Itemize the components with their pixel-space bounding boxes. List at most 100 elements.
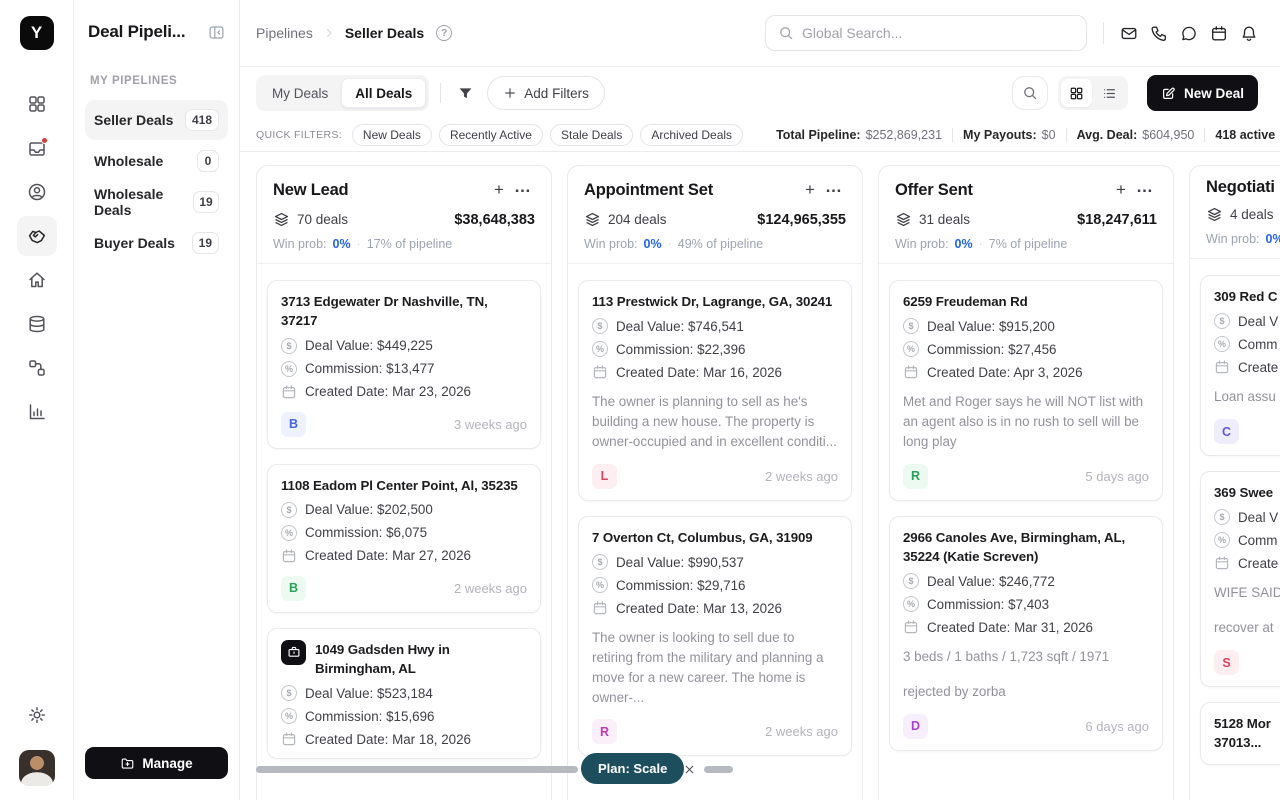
deal-created: Created Date: Mar 13, 2026 xyxy=(616,601,782,616)
sidebar-item-seller-deals[interactable]: Seller Deals 418 xyxy=(85,100,228,140)
filter-recently-active[interactable]: Recently Active xyxy=(439,124,543,146)
pipeline-label: Wholesale Deals xyxy=(94,186,193,218)
assignee-badge[interactable]: S xyxy=(1214,650,1239,675)
deal-card[interactable]: 1049 Gadsden Hwy in Birmingham, AL Deal … xyxy=(267,628,541,760)
deal-card[interactable]: 6259 Freudeman Rd Deal Value: $915,200 C… xyxy=(889,280,1163,501)
dollar-icon xyxy=(281,685,297,701)
breadcrumb-pipelines[interactable]: Pipelines xyxy=(256,25,313,41)
add-filters-button[interactable]: Add Filters xyxy=(487,76,605,110)
help-icon[interactable] xyxy=(436,25,452,41)
board-search-button[interactable] xyxy=(1012,76,1048,110)
pipeline-count-badge: 19 xyxy=(193,191,219,213)
percent-icon xyxy=(1214,532,1230,548)
collapse-panel-icon[interactable] xyxy=(208,24,225,41)
assignee-badge[interactable]: L xyxy=(592,464,617,489)
deal-card[interactable]: 1108 Eadom Pl Center Point, Al, 35235 De… xyxy=(267,464,541,613)
calendar-icon xyxy=(903,619,919,635)
column-menu-icon[interactable] xyxy=(511,178,535,202)
filter-stale-deals[interactable]: Stale Deals xyxy=(550,124,633,146)
workflow-icon[interactable] xyxy=(17,348,57,388)
grid-view-icon[interactable] xyxy=(1061,79,1092,107)
pipeline-label: Buyer Deals xyxy=(94,235,175,251)
assignee-badge[interactable]: B xyxy=(281,412,306,437)
plan-badge[interactable]: Plan: Scale xyxy=(581,753,684,784)
assignee-badge[interactable]: R xyxy=(592,719,617,744)
layers-icon xyxy=(273,211,290,228)
layers-icon xyxy=(1206,206,1223,223)
deal-address: 1049 Gadsden Hwy in Birmingham, AL xyxy=(315,640,527,679)
sidebar-header: Deal Pipeli... xyxy=(85,0,228,42)
deal-card[interactable]: 5128 Mor 37013... xyxy=(1200,702,1280,765)
column-cards: 113 Prestwick Dr, Lagrange, GA, 30241 De… xyxy=(568,263,862,800)
column-header: Offer Sent 31 deals $18,247,611 Win prob… xyxy=(879,166,1173,263)
column-menu-icon[interactable] xyxy=(822,178,846,202)
add-deal-icon[interactable] xyxy=(487,178,511,202)
deal-note: rejected by zorba xyxy=(903,682,1149,702)
inbox-icon[interactable] xyxy=(17,128,57,168)
sidebar-item-wholesale-deals[interactable]: Wholesale Deals 19 xyxy=(85,182,228,222)
database-icon[interactable] xyxy=(17,304,57,344)
column-cards: 3713 Edgewater Dr Nashville, TN, 37217 D… xyxy=(257,263,551,800)
assignee-badge[interactable]: C xyxy=(1214,419,1239,444)
horizontal-scrollbar[interactable] xyxy=(704,766,733,773)
pipelines-section-title: MY PIPELINES xyxy=(85,75,228,87)
stat-total-pipeline: Total Pipeline: $252,869,231 xyxy=(776,128,942,142)
deal-created: Created Date: Mar 31, 2026 xyxy=(927,620,1093,635)
header-divider xyxy=(1103,22,1104,44)
bell-icon[interactable] xyxy=(1240,23,1258,43)
dashboard-icon[interactable] xyxy=(17,84,57,124)
manage-button[interactable]: Manage xyxy=(85,747,228,779)
add-deal-icon[interactable] xyxy=(798,178,822,202)
kanban-board: New Lead 70 deals $38,648,383 Win prob: … xyxy=(240,152,1280,800)
deals-handshake-icon[interactable] xyxy=(17,216,57,256)
sidebar-item-buyer-deals[interactable]: Buyer Deals 19 xyxy=(85,223,228,263)
quick-filters-label: QUICK FILTERS: xyxy=(256,129,342,141)
phone-icon[interactable] xyxy=(1150,23,1168,43)
home-icon[interactable] xyxy=(17,260,57,300)
assignee-badge[interactable]: B xyxy=(281,576,306,601)
add-deal-icon[interactable] xyxy=(1109,178,1133,202)
user-avatar[interactable] xyxy=(19,750,55,786)
tab-all-deals[interactable]: All Deals xyxy=(341,78,426,108)
deal-card[interactable]: 2966 Canoles Ave, Birmingham, AL, 35224 … xyxy=(889,516,1163,751)
settings-gear-icon[interactable] xyxy=(17,695,57,735)
sidebar-item-wholesale[interactable]: Wholesale 0 xyxy=(85,141,228,181)
dollar-icon xyxy=(592,318,608,334)
close-icon[interactable] xyxy=(680,760,698,778)
deal-value: Deal Value: $523,184 xyxy=(305,686,433,701)
filter-funnel-icon[interactable] xyxy=(452,80,478,106)
dollar-icon xyxy=(281,502,297,518)
filter-new-deals[interactable]: New Deals xyxy=(352,124,432,146)
mail-icon[interactable] xyxy=(1120,23,1138,43)
contacts-icon[interactable] xyxy=(17,172,57,212)
deal-value: Deal Value: $202,500 xyxy=(305,502,433,517)
notification-dot xyxy=(41,137,48,144)
list-view-icon[interactable] xyxy=(1094,79,1125,107)
global-search-input[interactable] xyxy=(802,25,1074,41)
deal-card[interactable]: 369 Swee Deal V Comm Create WIFE SAID re… xyxy=(1200,471,1280,687)
deal-card[interactable]: 113 Prestwick Dr, Lagrange, GA, 30241 De… xyxy=(578,280,852,501)
deal-value: Deal Value: $915,200 xyxy=(927,319,1055,334)
assignee-badge[interactable]: D xyxy=(903,714,928,739)
tab-my-deals[interactable]: My Deals xyxy=(259,78,341,108)
calendar-icon[interactable] xyxy=(1210,23,1228,43)
filter-archived-deals[interactable]: Archived Deals xyxy=(640,124,743,146)
chat-icon[interactable] xyxy=(1180,23,1198,43)
deal-card[interactable]: 309 Red C Deal V Comm Create Loan assu C xyxy=(1200,275,1280,456)
deal-card[interactable]: 3713 Edgewater Dr Nashville, TN, 37217 D… xyxy=(267,280,541,449)
deal-age: 6 days ago xyxy=(1085,719,1149,734)
column-menu-icon[interactable] xyxy=(1133,178,1157,202)
win-prob-value: 0% xyxy=(1266,232,1280,246)
deal-address: 3713 Edgewater Dr Nashville, TN, 37217 xyxy=(281,292,527,331)
deal-value: Deal V xyxy=(1238,314,1278,329)
assignee-badge[interactable]: R xyxy=(903,464,928,489)
global-search xyxy=(765,15,1087,51)
deal-card[interactable]: 7 Overton Ct, Columbus, GA, 31909 Deal V… xyxy=(578,516,852,757)
deals-segmented-control: My Deals All Deals xyxy=(256,75,429,111)
horizontal-scrollbar[interactable] xyxy=(256,766,578,773)
app-logo[interactable]: Y xyxy=(20,16,54,50)
analytics-icon[interactable] xyxy=(17,392,57,432)
new-deal-button[interactable]: New Deal xyxy=(1147,75,1258,111)
percent-icon xyxy=(281,525,297,541)
deal-address: 5128 Mor xyxy=(1214,714,1280,733)
